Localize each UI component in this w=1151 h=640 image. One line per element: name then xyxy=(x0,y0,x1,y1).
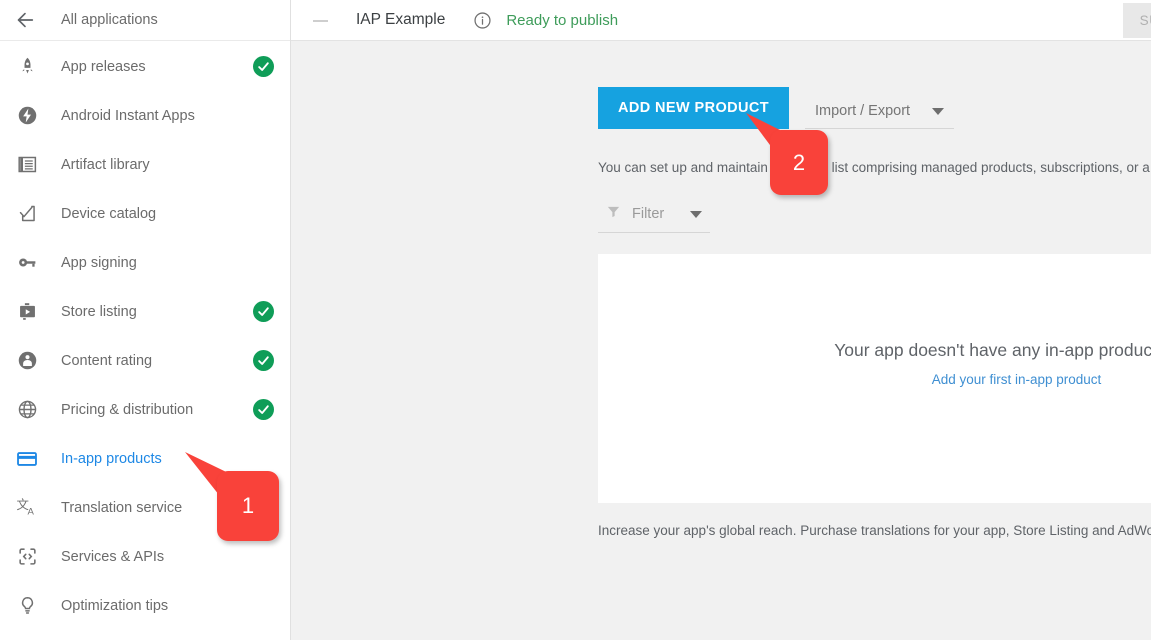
translate-icon: 文 A xyxy=(14,495,40,521)
sidebar: All applications App releases xyxy=(0,0,291,640)
filter-row: Filter xyxy=(291,204,1151,233)
sidebar-item-label: Device catalog xyxy=(61,206,274,222)
sidebar-item-label: Artifact library xyxy=(61,157,274,173)
sidebar-item-label: App signing xyxy=(61,255,274,271)
sidebar-item-label: Pricing & distribution xyxy=(61,402,253,418)
code-brackets-icon xyxy=(14,544,40,570)
arrow-back-icon xyxy=(14,9,48,31)
publish-status-text: Ready to publish xyxy=(506,12,618,29)
content-region: ADD NEW PRODUCT Import / Export You can … xyxy=(291,41,1151,538)
store-play-icon xyxy=(14,299,40,325)
collapse-dash-icon: — xyxy=(313,12,328,29)
status-badge-complete xyxy=(253,399,274,420)
sidebar-item-device-catalog[interactable]: Device catalog xyxy=(0,189,290,238)
sidebar-item-content-rating[interactable]: Content rating xyxy=(0,336,290,385)
filter-label: Filter xyxy=(632,206,664,222)
rocket-icon xyxy=(14,54,40,80)
empty-state-title: Your app doesn't have any in-app product… xyxy=(598,340,1151,361)
sidebar-item-label: Content rating xyxy=(61,353,253,369)
page-title: IAP Example xyxy=(356,11,445,29)
translation-banner-text: Increase your app's global reach. Purcha… xyxy=(598,523,1151,538)
sidebar-item-pricing-distribution[interactable]: Pricing & distribution xyxy=(0,385,290,434)
main-area: — IAP Example Ready to publish SUBMIT UP… xyxy=(291,0,1151,640)
callout-number: 2 xyxy=(770,130,828,195)
products-empty-panel: Your app doesn't have any in-app product… xyxy=(598,254,1151,503)
add-first-product-link[interactable]: Add your first in-app product xyxy=(598,372,1151,387)
info-icon[interactable] xyxy=(473,11,492,30)
person-badge-icon xyxy=(14,348,40,374)
credit-card-icon xyxy=(14,446,40,472)
funnel-icon xyxy=(606,204,621,224)
sidebar-item-label: Android Instant Apps xyxy=(61,108,274,124)
chevron-down-icon xyxy=(932,108,944,115)
description-body: You can set up and maintain a product li… xyxy=(598,160,1151,175)
action-bar: ADD NEW PRODUCT Import / Export xyxy=(291,87,1151,129)
globe-icon xyxy=(14,397,40,423)
sidebar-item-app-releases[interactable]: App releases xyxy=(0,42,290,91)
sidebar-item-artifact-library[interactable]: Artifact library xyxy=(0,140,290,189)
callout-number: 1 xyxy=(217,471,279,541)
callout-marker-2: 2 xyxy=(746,113,846,203)
status-badge-complete xyxy=(253,56,274,77)
sidebar-item-store-listing[interactable]: Store listing xyxy=(0,287,290,336)
top-bar: — IAP Example Ready to publish SUBMIT UP… xyxy=(291,0,1151,41)
status-badge-complete xyxy=(253,301,274,322)
sidebar-item-optimization-tips[interactable]: Optimization tips xyxy=(0,581,290,630)
bolt-circle-icon xyxy=(14,103,40,129)
description-text: You can set up and maintain a product li… xyxy=(291,160,1151,175)
submit-update-button[interactable]: SUBMIT UPDATE xyxy=(1123,3,1151,38)
sidebar-item-app-signing[interactable]: App signing xyxy=(0,238,290,287)
sidebar-item-label: Store listing xyxy=(61,304,253,320)
device-check-icon xyxy=(14,201,40,227)
play-console-window: All applications App releases xyxy=(0,0,1151,640)
empty-state: Your app doesn't have any in-app product… xyxy=(598,340,1151,387)
callout-marker-1: 1 xyxy=(185,452,295,550)
status-badge-complete xyxy=(253,350,274,371)
sidebar-item-label: Services & APIs xyxy=(61,549,274,565)
filter-dropdown[interactable]: Filter xyxy=(598,204,710,233)
svg-text:A: A xyxy=(27,507,34,518)
sidebar-item-label: Optimization tips xyxy=(61,598,274,614)
chevron-down-icon xyxy=(690,211,702,218)
lightbulb-icon xyxy=(14,593,40,619)
sidebar-back-all-applications[interactable]: All applications xyxy=(0,0,290,41)
library-icon xyxy=(14,152,40,178)
sidebar-back-label: All applications xyxy=(61,12,158,28)
key-icon xyxy=(14,250,40,276)
translation-banner: Increase your app's global reach. Purcha… xyxy=(291,523,1151,538)
sidebar-item-android-instant-apps[interactable]: Android Instant Apps xyxy=(0,91,290,140)
sidebar-item-label: App releases xyxy=(61,59,253,75)
